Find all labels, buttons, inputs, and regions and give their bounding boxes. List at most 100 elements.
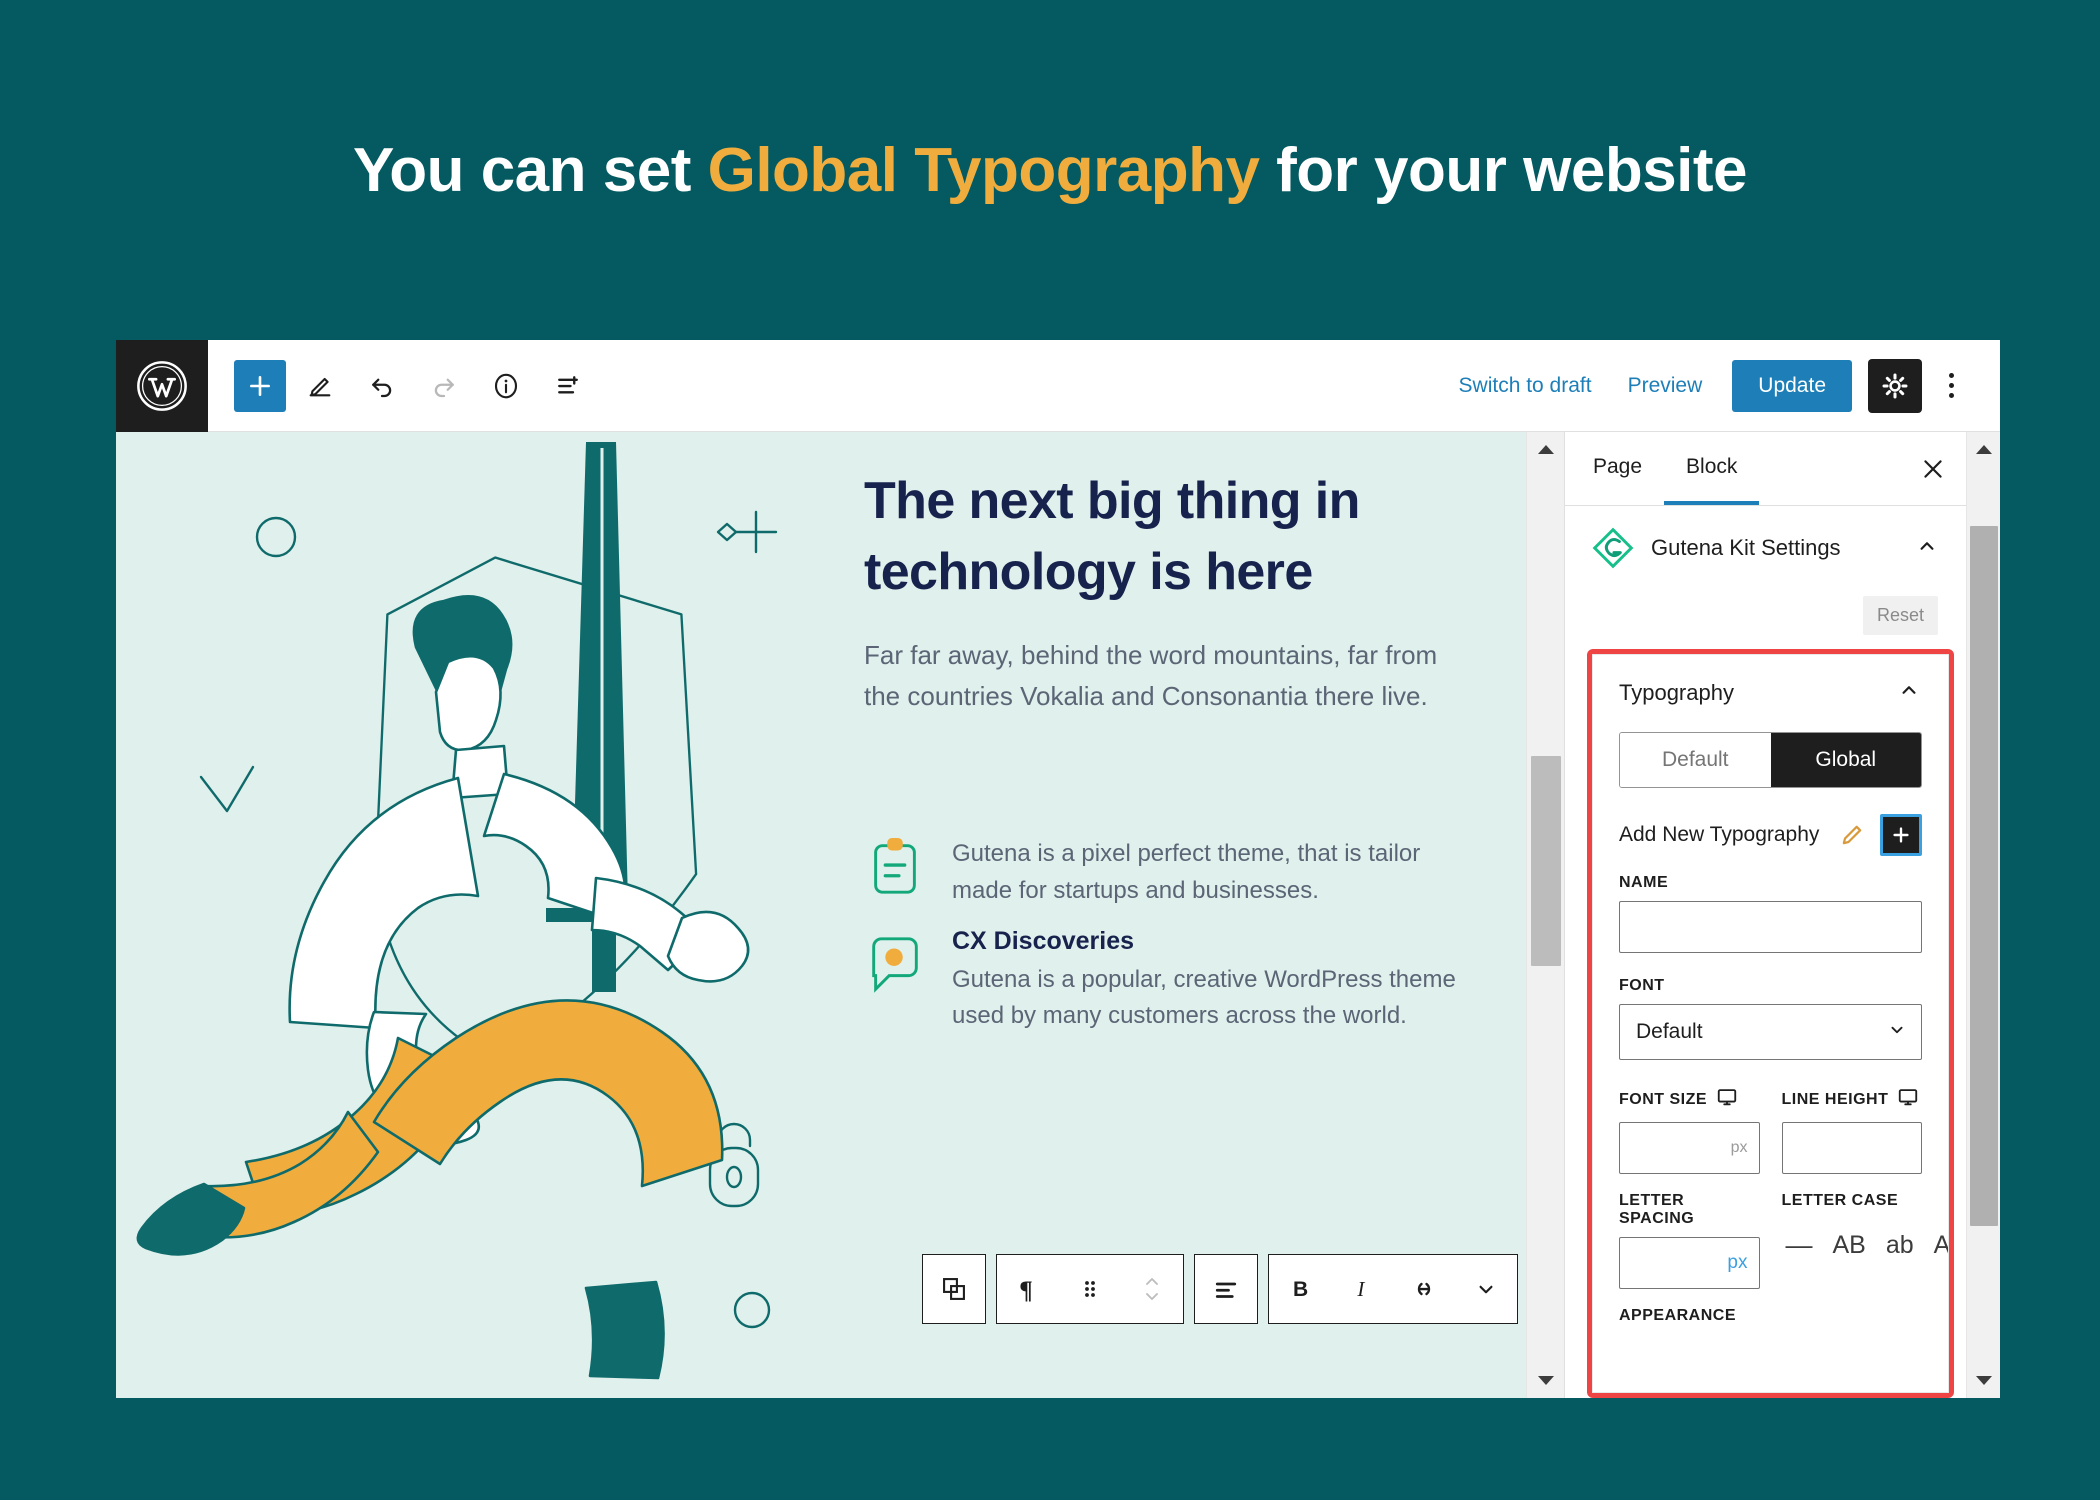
tab-page[interactable]: Page xyxy=(1571,433,1664,505)
banner: You can set Global Typography for your w… xyxy=(0,0,2100,340)
scroll-up-arrow-icon[interactable] xyxy=(1537,432,1555,466)
add-block-button[interactable] xyxy=(234,359,286,412)
tab-block[interactable]: Block xyxy=(1664,433,1760,505)
name-input[interactable] xyxy=(1619,901,1922,953)
hero-illustration xyxy=(116,432,836,1398)
name-field-label: NAME xyxy=(1619,874,1669,891)
font-size-input[interactable] xyxy=(1619,1122,1760,1174)
sidebar-scrollbar-track[interactable] xyxy=(1967,466,2000,1364)
italic-icon[interactable]: I xyxy=(1331,1255,1393,1323)
more-options-icon[interactable] xyxy=(1928,359,1974,413)
letter-case-none[interactable]: — xyxy=(1786,1230,1813,1261)
block-settings-sidebar: Page Block Gutena Kit Settings Reset Typ… xyxy=(1564,432,2000,1398)
add-new-typography-actions xyxy=(1838,814,1922,856)
toolbar-left-group xyxy=(208,340,596,431)
font-select[interactable]: Default xyxy=(1619,1004,1922,1060)
typography-mode-global[interactable]: Global xyxy=(1770,733,1921,787)
add-typography-button[interactable] xyxy=(1880,814,1922,856)
page-title-part2: for your website xyxy=(1259,135,1748,205)
appearance-label: APPEARANCE xyxy=(1619,1307,1737,1324)
edit-pencil-icon[interactable] xyxy=(1838,821,1866,849)
line-height-label-row: LINE HEIGHT xyxy=(1782,1086,1923,1113)
hero-paragraph[interactable]: Far far away, behind the word mountains,… xyxy=(864,635,1464,716)
scroll-down-arrow-icon[interactable] xyxy=(1975,1364,1993,1398)
letter-case-col: LETTER CASE — AB ab Ab xyxy=(1782,1192,1949,1289)
hero-heading[interactable]: The next big thing in technology is here xyxy=(864,466,1466,607)
block-toolbar-group-align xyxy=(1194,1254,1258,1324)
link-icon[interactable] xyxy=(1393,1255,1455,1323)
editor-scrollbar-thumb[interactable] xyxy=(1531,756,1561,966)
desktop-monitor-icon[interactable] xyxy=(1716,1086,1738,1113)
add-new-typography-row: Add New Typography xyxy=(1619,814,1922,856)
letter-case-options: — AB ab Ab xyxy=(1782,1219,1949,1271)
more-formats-chevron-icon[interactable] xyxy=(1455,1255,1517,1323)
update-button[interactable]: Update xyxy=(1732,359,1852,412)
letter-case-lowercase[interactable]: ab xyxy=(1886,1231,1914,1260)
close-icon[interactable] xyxy=(1906,442,1960,496)
feature-body: Gutena is a pixel perfect theme, that is… xyxy=(952,830,1466,909)
redo-icon[interactable] xyxy=(416,358,472,414)
block-toolbar-group-format: B I xyxy=(1268,1254,1518,1324)
clipboard-icon xyxy=(864,836,926,898)
comment-bubble-icon xyxy=(864,933,926,995)
undo-icon[interactable] xyxy=(354,358,410,414)
typography-panel: Typography Default Global Add New Typogr… xyxy=(1592,654,1949,1393)
scroll-up-arrow-icon[interactable] xyxy=(1975,432,1993,466)
letter-case-uppercase[interactable]: AB xyxy=(1833,1231,1866,1260)
feature-title: CX Discoveries xyxy=(952,926,1135,955)
chevron-up-icon[interactable] xyxy=(1896,677,1922,708)
details-info-icon[interactable] xyxy=(478,358,534,414)
line-height-col: LINE HEIGHT xyxy=(1781,1086,1923,1174)
sidebar-scrollbar[interactable] xyxy=(1966,432,2000,1398)
line-height-input[interactable] xyxy=(1781,1122,1922,1174)
post-canvas: The next big thing in technology is here… xyxy=(116,432,1526,1398)
letter-spacing-input[interactable] xyxy=(1619,1237,1760,1289)
block-toolbar-group-block: ¶ xyxy=(996,1254,1184,1324)
edit-pencil-icon[interactable] xyxy=(292,358,348,414)
letter-case-capitalize[interactable]: Ab xyxy=(1934,1231,1948,1260)
editor-top-toolbar: Switch to draft Preview Update xyxy=(116,340,2000,432)
feature-item[interactable]: Gutena is a pixel perfect theme, that is… xyxy=(864,830,1466,909)
chevron-up-icon[interactable] xyxy=(1914,533,1940,564)
editor-scrollbar-track[interactable] xyxy=(1527,466,1564,1364)
switch-to-draft-button[interactable]: Switch to draft xyxy=(1441,374,1610,398)
feature-item[interactable]: CX Discoveries Gutena is a popular, crea… xyxy=(864,927,1466,1035)
typography-highlight-box: Typography Default Global Add New Typogr… xyxy=(1587,649,1954,1398)
list-view-icon[interactable] xyxy=(540,358,596,414)
preview-button[interactable]: Preview xyxy=(1610,374,1721,398)
svg-text:¶: ¶ xyxy=(1019,1277,1033,1304)
feature-body: CX Discoveries Gutena is a popular, crea… xyxy=(952,927,1466,1035)
typography-mode-default[interactable]: Default xyxy=(1620,733,1771,787)
select-parent-block-icon[interactable] xyxy=(923,1255,985,1323)
add-new-typography-label: Add New Typography xyxy=(1619,823,1820,846)
font-size-input-wrap: px xyxy=(1619,1122,1760,1174)
bold-icon[interactable]: B xyxy=(1269,1255,1331,1323)
desktop-monitor-icon[interactable] xyxy=(1897,1086,1919,1113)
reset-button[interactable]: Reset xyxy=(1862,596,1938,635)
wordpress-logo[interactable] xyxy=(116,340,208,432)
align-text-icon[interactable] xyxy=(1195,1255,1257,1323)
editor-scrollbar[interactable] xyxy=(1526,432,1564,1398)
letter-spacing-input-wrap: px xyxy=(1619,1237,1760,1289)
size-height-row: FONT SIZE px LINE HEIGHT xyxy=(1619,1086,1922,1174)
paragraph-block-icon[interactable]: ¶ xyxy=(997,1255,1059,1323)
vertical-dots xyxy=(1948,373,1954,398)
move-updown-icon[interactable] xyxy=(1121,1255,1183,1323)
letter-spacing-col: LETTER SPACING px xyxy=(1619,1192,1760,1289)
gutena-kit-settings-header[interactable]: Gutena Kit Settings xyxy=(1565,506,1966,590)
sidebar-scrollbar-thumb[interactable] xyxy=(1970,526,1998,1226)
font-size-col: FONT SIZE px xyxy=(1619,1086,1760,1174)
typography-section-label: Typography xyxy=(1619,679,1734,705)
page-title-part1: You can set xyxy=(352,135,708,205)
chevron-down-icon xyxy=(1886,1019,1908,1046)
settings-gear-icon[interactable] xyxy=(1868,358,1922,413)
drag-handle-icon[interactable] xyxy=(1059,1255,1121,1323)
scroll-down-arrow-icon[interactable] xyxy=(1537,1364,1555,1398)
page-title: You can set Global Typography for your w… xyxy=(352,135,1748,206)
gutena-kit-logo-icon xyxy=(1591,526,1635,570)
typography-mode-toggle: Default Global xyxy=(1619,732,1922,788)
typography-section-header[interactable]: Typography xyxy=(1619,677,1922,708)
spacing-case-row: LETTER SPACING px LETTER CASE — AB ab A xyxy=(1619,1192,1949,1289)
page-title-highlight: Global Typography xyxy=(707,135,1260,205)
